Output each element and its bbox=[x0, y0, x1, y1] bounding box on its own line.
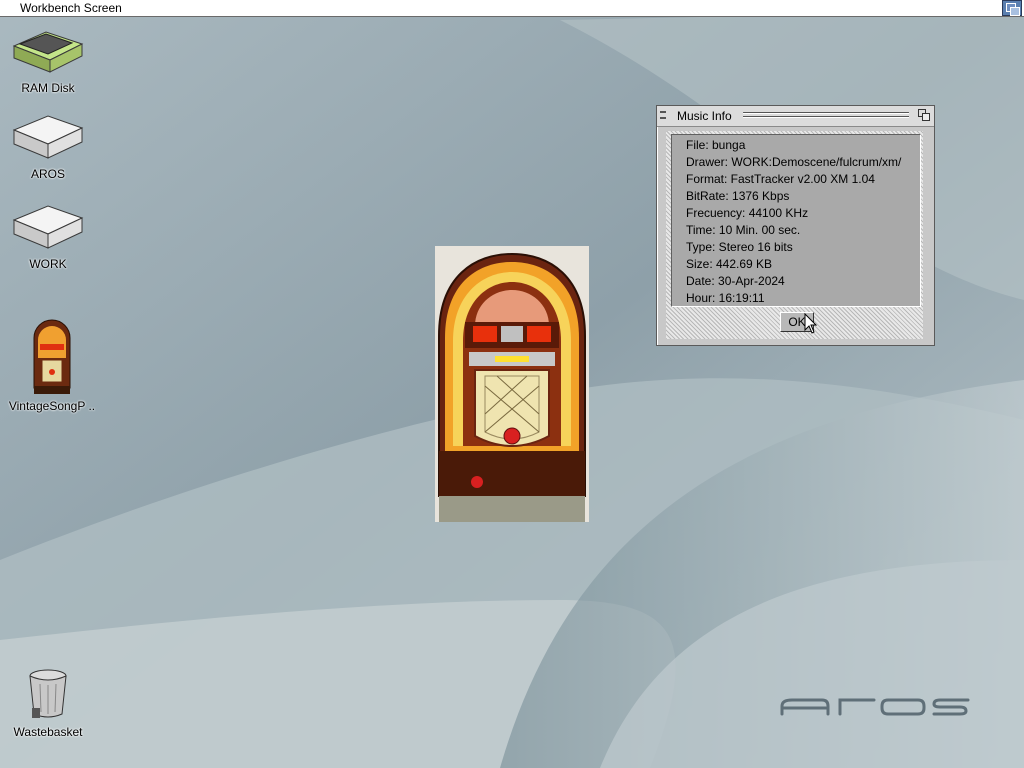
window-body: File: bunga Drawer: WORK:Demoscene/fulcr… bbox=[666, 131, 923, 339]
music-info-window[interactable]: Music Info File: bunga Drawer: WORK:Demo… bbox=[656, 105, 935, 346]
drive-icon bbox=[12, 31, 84, 73]
info-bitrate: BitRate: 1376 Kbps bbox=[686, 189, 790, 203]
info-type: Type: Stereo 16 bits bbox=[686, 240, 793, 254]
window-title: Music Info bbox=[677, 109, 732, 123]
desktop-icon-label: AROS bbox=[30, 167, 65, 181]
info-date: Date: 30-Apr-2024 bbox=[686, 274, 785, 288]
close-icon[interactable] bbox=[660, 111, 666, 119]
jukebox-image bbox=[435, 246, 589, 522]
screen-title: Workbench Screen bbox=[20, 1, 122, 15]
info-format: Format: FastTracker v2.00 XM 1.04 bbox=[686, 172, 875, 186]
info-frequency: Frecuency: 44100 KHz bbox=[686, 206, 809, 220]
drive-icon bbox=[12, 205, 84, 249]
window-title-bar[interactable]: Music Info bbox=[657, 106, 934, 127]
desktop-icon-aros[interactable]: AROS bbox=[8, 108, 88, 181]
info-file: File: bunga bbox=[686, 138, 746, 152]
desktop-icon-wastebasket[interactable]: Wastebasket bbox=[6, 666, 90, 739]
aros-logo bbox=[780, 698, 970, 716]
desktop-icon-work[interactable]: WORK bbox=[8, 198, 88, 271]
info-drawer: Drawer: WORK:Demoscene/fulcrum/xm/ bbox=[686, 155, 902, 169]
window-depth-icon[interactable] bbox=[918, 109, 930, 121]
info-time: Time: 10 Min. 00 sec. bbox=[686, 223, 801, 237]
screen-title-bar[interactable]: Workbench Screen bbox=[0, 0, 1024, 17]
window-drag-bar[interactable] bbox=[743, 111, 909, 120]
info-hour: Hour: 16:19:11 bbox=[686, 291, 765, 305]
desktop-icon-ram-disk[interactable]: RAM Disk bbox=[8, 24, 88, 95]
desktop-icon-label: Wastebasket bbox=[13, 725, 83, 739]
drive-icon bbox=[12, 115, 84, 159]
info-size: Size: 442.69 KB bbox=[686, 257, 773, 271]
desktop-icon-label: RAM Disk bbox=[21, 81, 75, 95]
jukebox-icon bbox=[33, 319, 71, 394]
desktop-icon-label: VintageSongP .. bbox=[8, 399, 96, 413]
pointer-cursor-icon bbox=[804, 313, 818, 334]
desktop-icon-vintagesongplayer[interactable]: VintageSongP .. bbox=[4, 318, 100, 413]
desktop-icon-label: WORK bbox=[29, 257, 67, 271]
trashcan-icon bbox=[29, 669, 67, 718]
screen-depth-icon[interactable] bbox=[1002, 0, 1022, 16]
music-info-panel: File: bunga Drawer: WORK:Demoscene/fulcr… bbox=[671, 134, 921, 307]
